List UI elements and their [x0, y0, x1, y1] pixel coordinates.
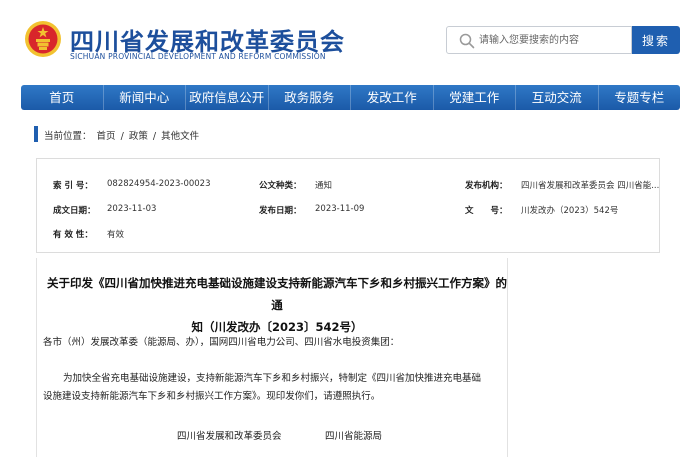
nav-item-topics[interactable]: 专题专栏 — [599, 85, 681, 110]
nav-item-party[interactable]: 党建工作 — [434, 85, 516, 110]
document-body-line1: 为加快全省充电基础设施建设，支持新能源汽车下乡和乡村振兴，特制定《四川省加快推进… — [63, 373, 482, 384]
breadcrumb-other-docs[interactable]: 其他文件 — [161, 131, 199, 142]
breadcrumb-policy[interactable]: 政策 — [129, 131, 148, 142]
document-body-line2: 设施建设支持新能源汽车下乡和乡村振兴工作方案》。现印发你们，请遵照执行。 — [43, 391, 381, 402]
nav-item-interaction[interactable]: 互动交流 — [516, 85, 599, 110]
document-signer-energy-bureau: 四川省能源局 — [325, 431, 383, 442]
breadcrumb-separator: / — [120, 131, 124, 142]
breadcrumb: 当前位置： 首页 / 政策 / 其他文件 — [44, 128, 201, 142]
breadcrumb-home[interactable]: 首页 — [97, 131, 116, 142]
site-subtitle: SICHUAN PROVINCIAL DEVELOPMENT AND REFOR… — [70, 52, 326, 61]
published-date-value: 2023-11-09 — [315, 204, 365, 214]
created-date-label: 成文日期： — [53, 206, 96, 216]
created-date-value: 2023-11-03 — [107, 204, 157, 214]
site-header: 四川省发展和改革委员会 SICHUAN PROVINCIAL DEVELOPME… — [0, 0, 700, 80]
breadcrumb-separator: / — [152, 131, 157, 142]
type-value: 通知 — [315, 181, 333, 191]
document-signer-ndrc: 四川省发展和改革委员会 — [177, 431, 282, 442]
doc-number-label: 文 号： — [465, 206, 508, 216]
nav-item-news[interactable]: 新闻中心 — [104, 85, 186, 110]
main-nav: 首页 新闻中心 政府信息公开 政务服务 发改工作 党建工作 互动交流 专题专栏 — [21, 85, 680, 110]
search-input[interactable] — [479, 28, 629, 52]
search-box — [446, 26, 632, 54]
index-label: 索 引 号： — [53, 181, 93, 191]
validity-label: 有 效 性： — [53, 230, 93, 240]
breadcrumb-prefix: 当前位置： — [44, 131, 92, 142]
published-date-label: 发布日期： — [259, 206, 302, 216]
document-content: 关于印发《四川省加快推进充电基础设施建设支持新能源汽车下乡和乡村振兴工作方案》的… — [36, 258, 508, 457]
org-value: 四川省发展和改革委员会 四川省能... — [521, 181, 660, 191]
nav-item-services[interactable]: 政务服务 — [269, 85, 351, 110]
national-emblem-icon[interactable] — [24, 20, 62, 58]
breadcrumb-marker — [34, 126, 38, 142]
nav-item-reform-work[interactable]: 发改工作 — [351, 85, 434, 110]
document-recipients: 各市（州）发展改革委（能源局、办），国网四川省电力公司、四川省水电投资集团： — [43, 337, 400, 348]
validity-value: 有效 — [107, 230, 125, 240]
document-title-line1: 关于印发《四川省加快推进充电基础设施建设支持新能源汽车下乡和乡村振兴工作方案》的… — [47, 276, 507, 312]
index-value: 082824954-2023-00023 — [107, 179, 211, 189]
nav-item-gov-info[interactable]: 政府信息公开 — [186, 85, 269, 110]
document-title: 关于印发《四川省加快推进充电基础设施建设支持新能源汽车下乡和乡村振兴工作方案》的… — [47, 272, 507, 338]
search-button[interactable]: 搜索 — [632, 26, 680, 54]
type-label: 公文种类： — [259, 181, 302, 191]
document-meta-table: 索 引 号： 082824954-2023-00023 公文种类： 通知 发布机… — [36, 158, 660, 253]
nav-item-home[interactable]: 首页 — [21, 85, 104, 110]
doc-number-value: 川发改办（2023）542号 — [521, 206, 619, 216]
org-label: 发布机构： — [465, 181, 508, 191]
search-icon — [459, 33, 475, 49]
